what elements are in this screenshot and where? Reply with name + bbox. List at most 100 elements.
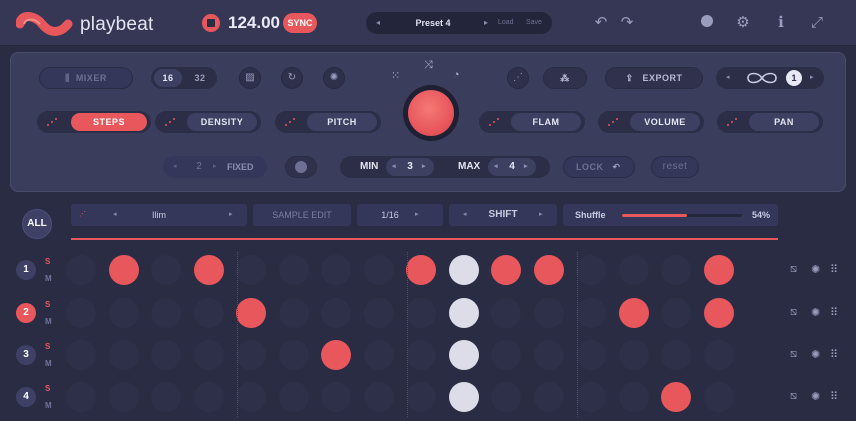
- step-cell[interactable]: [618, 298, 649, 328]
- drag-handle-icon[interactable]: ⠿: [830, 348, 838, 361]
- step-cell[interactable]: [363, 298, 394, 328]
- step-cell[interactable]: [491, 340, 521, 370]
- min-decrement[interactable]: ◂: [392, 158, 396, 176]
- clear-icon[interactable]: ▨: [239, 67, 261, 89]
- solo-button[interactable]: S: [45, 384, 50, 393]
- gear-icon[interactable]: ⚙: [734, 14, 752, 32]
- step-cell[interactable]: [576, 382, 606, 412]
- preset-next-button[interactable]: ▸: [476, 12, 496, 34]
- preset-name[interactable]: Preset 4: [390, 12, 476, 34]
- step-cell[interactable]: [236, 298, 266, 328]
- drag-handle-icon[interactable]: ⠿: [830, 306, 838, 319]
- steps-button[interactable]: STEPS: [71, 113, 147, 131]
- undo-icon[interactable]: ↶: [592, 14, 610, 32]
- division-next-button[interactable]: ▸: [415, 204, 419, 226]
- mute-button[interactable]: M: [45, 317, 52, 326]
- step-cell[interactable]: [533, 340, 564, 370]
- step-cell[interactable]: [363, 255, 394, 285]
- shuffle-icon[interactable]: ⤨: [424, 59, 433, 72]
- step-cell[interactable]: [703, 382, 734, 412]
- length-16-button[interactable]: 16: [154, 69, 182, 87]
- max-stepper[interactable]: ◂ 4 ▸: [488, 158, 536, 176]
- row-settings-icon[interactable]: ✺: [811, 348, 820, 361]
- sample-edit-button[interactable]: SAMPLE EDIT: [253, 204, 351, 226]
- loop-next-button[interactable]: ▸: [810, 67, 814, 89]
- step-cell[interactable]: [66, 382, 96, 412]
- step-cell[interactable]: [703, 340, 734, 370]
- clear-row-icon[interactable]: ⧅: [790, 306, 797, 319]
- step-cell[interactable]: [278, 382, 309, 412]
- step-cell[interactable]: [108, 340, 139, 370]
- mute-button[interactable]: M: [45, 274, 52, 283]
- step-cell[interactable]: [448, 382, 479, 412]
- randomize-dots-icon[interactable]: ⁙: [391, 69, 400, 82]
- step-cell[interactable]: [618, 382, 649, 412]
- step-cell[interactable]: [661, 298, 691, 328]
- step-cell[interactable]: [703, 255, 734, 285]
- step-cell[interactable]: [491, 382, 521, 412]
- step-cell[interactable]: [108, 255, 139, 285]
- step-cell[interactable]: [278, 298, 309, 328]
- step-cell[interactable]: [533, 382, 564, 412]
- max-increment[interactable]: ▸: [524, 158, 528, 176]
- preset-load-button[interactable]: Load: [498, 12, 514, 34]
- step-cell[interactable]: [363, 340, 394, 370]
- solo-button[interactable]: S: [45, 257, 50, 266]
- step-cell[interactable]: [321, 298, 351, 328]
- theme-icon[interactable]: [698, 14, 716, 32]
- export-button[interactable]: ⇪ EXPORT: [605, 67, 703, 89]
- step-cell[interactable]: [236, 382, 266, 412]
- rotate-icon[interactable]: ↻: [281, 67, 303, 89]
- flam-button[interactable]: FLAM: [511, 113, 581, 131]
- step-cell[interactable]: [533, 298, 564, 328]
- division-value[interactable]: 1/16: [357, 204, 423, 226]
- redo-icon[interactable]: ↷: [618, 14, 636, 32]
- drag-handle-icon[interactable]: ⠿: [830, 263, 838, 276]
- step-cell[interactable]: [151, 255, 181, 285]
- step-cell[interactable]: [236, 340, 266, 370]
- pattern-icon[interactable]: ⋰: [507, 67, 529, 89]
- flam-dice-icon[interactable]: [479, 111, 509, 133]
- pan-button[interactable]: PAN: [749, 113, 819, 131]
- shift-right-button[interactable]: ▸: [539, 204, 543, 226]
- steps-dice-icon[interactable]: [37, 111, 67, 133]
- track-number[interactable]: 2: [16, 303, 36, 323]
- step-cell[interactable]: [278, 340, 309, 370]
- step-cell[interactable]: [193, 298, 224, 328]
- sample-next-button[interactable]: ▸: [229, 204, 233, 226]
- step-cell[interactable]: [321, 382, 351, 412]
- clear-row-icon[interactable]: ⧅: [790, 263, 797, 276]
- step-cell[interactable]: [321, 255, 351, 285]
- step-cell[interactable]: [618, 340, 649, 370]
- loop-prev-button[interactable]: ◂: [726, 67, 730, 89]
- track-number[interactable]: 4: [16, 387, 36, 407]
- step-cell[interactable]: [193, 382, 224, 412]
- fixed-next-button[interactable]: ▸: [213, 156, 217, 178]
- length-32-button[interactable]: 32: [186, 69, 214, 87]
- clear-row-icon[interactable]: ⧅: [790, 390, 797, 403]
- settings-dot-icon[interactable]: ✺: [323, 67, 345, 89]
- row-settings-icon[interactable]: ✺: [811, 306, 820, 319]
- bpm-value[interactable]: 124.00: [228, 13, 280, 33]
- step-cell[interactable]: [406, 255, 436, 285]
- sync-button[interactable]: SYNC: [283, 13, 317, 33]
- sample-dice-icon[interactable]: ⋰: [79, 204, 86, 226]
- step-cell[interactable]: [66, 255, 96, 285]
- step-cell[interactable]: [236, 255, 266, 285]
- volume-button[interactable]: VOLUME: [630, 113, 700, 131]
- step-cell[interactable]: [66, 298, 96, 328]
- shuffle-slider[interactable]: [622, 214, 742, 217]
- step-cell[interactable]: [703, 298, 734, 328]
- volume-dice-icon[interactable]: [598, 111, 628, 133]
- clear-row-icon[interactable]: ⧅: [790, 348, 797, 361]
- density-dice-icon[interactable]: [155, 111, 185, 133]
- row-settings-icon[interactable]: ✺: [811, 390, 820, 403]
- step-cell[interactable]: [321, 340, 351, 370]
- step-cell[interactable]: [278, 255, 309, 285]
- pitch-button[interactable]: PITCH: [307, 113, 377, 131]
- solo-button[interactable]: S: [45, 300, 50, 309]
- step-cell[interactable]: [576, 298, 606, 328]
- expand-icon[interactable]: ⤢: [808, 14, 826, 32]
- dots-toggle[interactable]: ⁂: [543, 67, 587, 89]
- step-cell[interactable]: [448, 298, 479, 328]
